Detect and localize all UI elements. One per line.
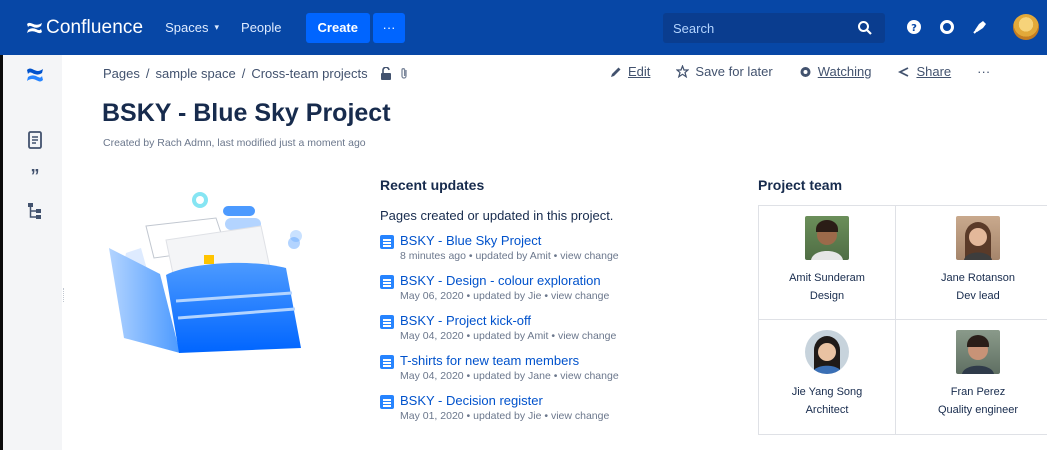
user-avatar[interactable] (1013, 14, 1039, 40)
spaces-label: Spaces (165, 20, 209, 35)
share-icon (897, 66, 910, 78)
create-more-button[interactable]: ··· (372, 12, 405, 43)
people-label: People (241, 20, 282, 35)
share-label: Share (916, 64, 952, 79)
avatar[interactable] (956, 216, 1000, 260)
page-icon (380, 315, 394, 329)
help-icon[interactable]: ? (902, 15, 926, 39)
update-page-link[interactable]: BSKY - Decision register (400, 393, 710, 409)
member-role: Quality engineer (937, 404, 1019, 416)
confluence-logo-icon[interactable] (25, 65, 45, 85)
team-member-card: Amit Sunderam Design (759, 206, 896, 320)
update-page-link[interactable]: BSKY - Project kick-off (400, 313, 710, 329)
breadcrumb-separator: / (145, 66, 150, 81)
list-item: BSKY - Project kick-off May 04, 2020 • u… (380, 313, 710, 343)
list-item: BSKY - Design - colour exploration May 0… (380, 273, 710, 303)
page-byline: Created by Rach Admn, last modified just… (103, 137, 366, 149)
sidebar-resize-handle[interactable] (63, 288, 65, 302)
share-button[interactable]: Share (897, 64, 951, 79)
member-name[interactable]: Fran Perez (896, 386, 1047, 398)
breadcrumb-separator: / (241, 66, 246, 81)
avatar[interactable] (956, 330, 1000, 374)
eye-icon (799, 66, 812, 78)
page-icon (380, 235, 394, 249)
update-page-link[interactable]: BSKY - Design - colour exploration (400, 273, 710, 289)
blue-sky-illustration (96, 178, 316, 358)
watching-label: Watching (817, 64, 872, 79)
team-grid: Amit Sunderam Design Jane Rotanson Dev l… (758, 205, 1047, 435)
confluence-home-link[interactable]: Confluence (26, 17, 143, 39)
list-item: BSKY - Blue Sky Project 8 minutes ago • … (380, 233, 710, 263)
settings-icon[interactable] (935, 15, 959, 39)
page-tree-icon[interactable] (25, 201, 45, 221)
project-team-heading: Project team (758, 177, 843, 193)
project-team-panel: Project team Amit Sunderam Design Jane R… (758, 177, 1047, 435)
team-member-card: Jie Yang Song Architect (759, 320, 896, 434)
search-placeholder: Search (673, 20, 715, 36)
people-link[interactable]: People (241, 20, 281, 35)
page-icon (380, 395, 394, 409)
chevron-down-icon: ▾ (214, 22, 220, 32)
page-title: BSKY - Blue Sky Project (102, 99, 391, 127)
breadcrumb-parent[interactable]: Cross-team projects (251, 66, 367, 81)
recent-updates-panel: Recent updates Pages created or updated … (380, 177, 710, 423)
page-icon (380, 355, 394, 369)
avatar[interactable] (805, 330, 849, 374)
app-name: Confluence (46, 16, 144, 38)
recent-updates-heading: Recent updates (380, 177, 485, 193)
update-meta: May 04, 2020 • updated by Jane • view ch… (400, 370, 619, 382)
edit-label: Edit (628, 64, 651, 79)
more-actions-button[interactable]: ··· (977, 64, 990, 79)
edit-button[interactable]: Edit (610, 64, 650, 79)
member-role: Design (809, 290, 845, 302)
avatar[interactable] (805, 216, 849, 260)
update-page-link[interactable]: BSKY - Blue Sky Project (400, 233, 710, 249)
member-name[interactable]: Amit Sunderam (759, 272, 895, 284)
attachment-icon[interactable] (399, 67, 409, 80)
space-sidebar: ” (0, 55, 62, 450)
search-input[interactable]: Search (663, 13, 885, 43)
create-button[interactable]: Create (305, 12, 370, 43)
recent-updates-description: Pages created or updated in this project… (380, 208, 614, 223)
breadcrumb-space[interactable]: sample space (156, 66, 236, 81)
spaces-menu[interactable]: Spaces ▾ (165, 20, 219, 35)
breadcrumb-pages[interactable]: Pages (103, 66, 140, 81)
save-for-later-button[interactable]: Save for later (676, 64, 773, 79)
member-name[interactable]: Jie Yang Song (759, 386, 895, 398)
update-meta: May 04, 2020 • updated by Amit • view ch… (400, 330, 617, 342)
member-name[interactable]: Jane Rotanson (896, 272, 1047, 284)
search-icon (857, 20, 873, 36)
page-actions: Edit Save for later Watching Share ··· (610, 64, 990, 79)
pencil-icon (610, 66, 622, 78)
top-navigation-bar: Confluence Spaces ▾ People Create ··· Se… (0, 0, 1047, 55)
blog-quote-icon[interactable]: ” (25, 166, 45, 186)
update-page-link[interactable]: T-shirts for new team members (400, 353, 710, 369)
update-meta: May 01, 2020 • updated by Jie • view cha… (400, 410, 610, 422)
svg-text:?: ? (911, 23, 917, 34)
team-member-card: Fran Perez Quality engineer (896, 320, 1047, 434)
member-role: Architect (805, 404, 849, 416)
star-icon (676, 65, 690, 78)
update-meta: 8 minutes ago • updated by Amit • view c… (400, 250, 619, 262)
member-role: Dev lead (956, 290, 1000, 302)
update-meta: May 06, 2020 • updated by Jie • view cha… (400, 290, 610, 302)
breadcrumb: Pages / sample space / Cross-team projec… (103, 66, 409, 81)
team-member-card: Jane Rotanson Dev lead (896, 206, 1047, 320)
pages-icon[interactable] (25, 130, 45, 150)
confluence-logo-icon (26, 20, 42, 36)
page-icon (380, 275, 394, 289)
unlock-icon[interactable] (380, 67, 392, 80)
notifications-icon[interactable] (968, 15, 992, 39)
list-item: T-shirts for new team members May 04, 20… (380, 353, 710, 383)
list-item: BSKY - Decision register May 01, 2020 • … (380, 393, 710, 423)
watching-button[interactable]: Watching (799, 64, 872, 79)
save-for-later-label: Save for later (695, 64, 773, 79)
